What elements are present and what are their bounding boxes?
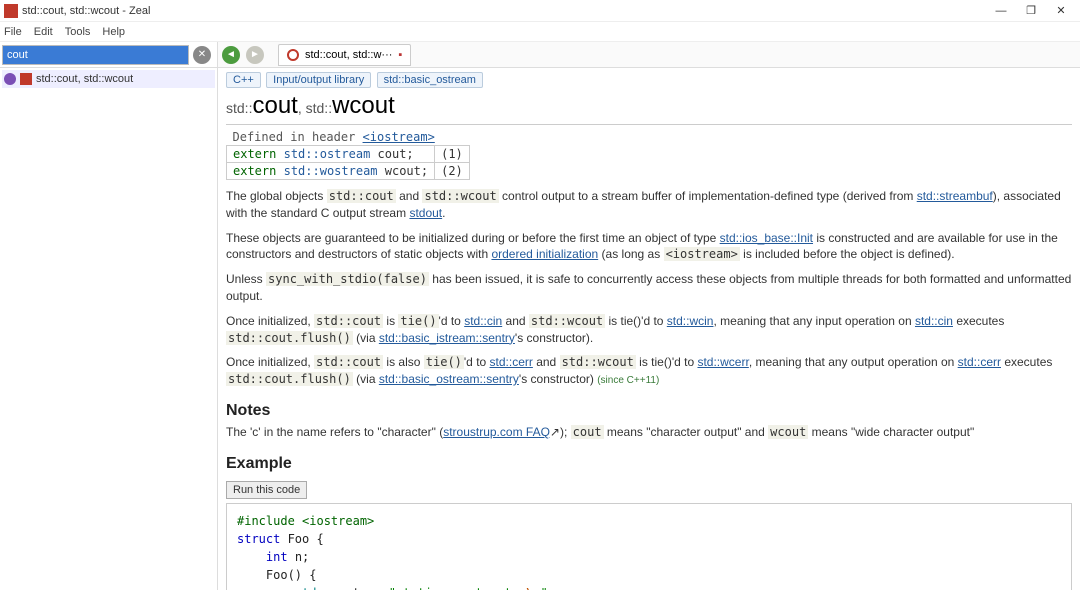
maximize-button[interactable]: ❐ [1016, 4, 1046, 17]
declaration-table: Defined in header <iostream> extern std:… [226, 129, 470, 180]
back-button[interactable]: ◄ [222, 46, 240, 64]
result-label: std::cout, std::wcout [36, 73, 133, 85]
close-button[interactable]: ✕ [1046, 4, 1076, 17]
clear-search-icon[interactable]: ✕ [193, 46, 211, 64]
run-code-button[interactable]: Run this code [226, 481, 307, 499]
crumb-ostream[interactable]: std::basic_ostream [377, 72, 483, 88]
sidebar: ✕ std::cout, std::wcout [0, 42, 218, 590]
breadcrumb: C++ Input/output library std::basic_ostr… [226, 72, 1072, 88]
para-1: The global objects std::cout and std::wc… [226, 188, 1072, 222]
menu-edit[interactable]: Edit [34, 26, 53, 38]
window-titlebar: std::cout, std::wcout - Zeal — ❐ ✕ [0, 0, 1080, 22]
para-3: Unless sync_with_stdio(false) has been i… [226, 271, 1072, 305]
notes-text: The 'c' in the name refers to "character… [226, 424, 1072, 441]
link-faq[interactable]: stroustrup.com FAQ [443, 425, 550, 439]
notes-heading: Notes [226, 402, 1072, 420]
menu-bar: File Edit Tools Help [0, 22, 1080, 42]
tab-source-icon [287, 49, 299, 61]
window-title: std::cout, std::wcout - Zeal [22, 5, 986, 17]
link-wcerr[interactable]: std::wcerr [697, 355, 748, 369]
result-source-icon [20, 73, 32, 85]
decl-row: extern std::ostream cout; (1) [227, 146, 470, 163]
crumb-cpp[interactable]: C++ [226, 72, 261, 88]
app-icon [4, 4, 18, 18]
link-stdout[interactable]: stdout [409, 206, 442, 220]
nav-toolbar: ◄ ► std::cout, std::w··· ▪ [218, 42, 1080, 68]
para-2: These objects are guaranteed to be initi… [226, 230, 1072, 264]
para-5: Once initialized, std::cout is also tie(… [226, 354, 1072, 388]
decl-row: extern std::wostream wcout; (2) [227, 163, 470, 180]
link-cin2[interactable]: std::cin [915, 314, 953, 328]
link-streambuf[interactable]: std::streambuf [917, 189, 993, 203]
link-cerr[interactable]: std::cerr [490, 355, 533, 369]
result-item[interactable]: std::cout, std::wcout [2, 70, 215, 88]
example-heading: Example [226, 455, 1072, 473]
code-block: #include <iostream> struct Foo { int n; … [226, 503, 1072, 590]
result-kind-icon [4, 73, 16, 85]
link-ordered-init[interactable]: ordered initialization [491, 247, 598, 261]
tab-close-icon[interactable]: ▪ [398, 49, 402, 61]
link-cerr2[interactable]: std::cerr [958, 355, 1001, 369]
menu-tools[interactable]: Tools [65, 26, 91, 38]
content-area: ◄ ► std::cout, std::w··· ▪ C++ Input/out… [218, 42, 1080, 590]
page-title: std::cout, std::wcout [226, 92, 1072, 125]
decl-header-link[interactable]: <iostream> [363, 130, 435, 144]
tab[interactable]: std::cout, std::w··· ▪ [278, 44, 411, 66]
para-4: Once initialized, std::cout is tie()'d t… [226, 313, 1072, 347]
link-wcin[interactable]: std::wcin [667, 314, 714, 328]
minimize-button[interactable]: — [986, 5, 1016, 17]
menu-file[interactable]: File [4, 26, 22, 38]
search-results: std::cout, std::wcout [0, 68, 217, 590]
decl-header-text: Defined in header [233, 130, 363, 144]
link-ostream-sentry[interactable]: std::basic_ostream::sentry [379, 372, 519, 386]
link-ios-init[interactable]: std::ios_base::Init [720, 231, 813, 245]
link-cin[interactable]: std::cin [464, 314, 502, 328]
tab-label: std::cout, std::w··· [305, 49, 392, 61]
document: C++ Input/output library std::basic_ostr… [218, 68, 1080, 590]
search-input[interactable] [2, 45, 189, 65]
menu-help[interactable]: Help [102, 26, 125, 38]
link-istream-sentry[interactable]: std::basic_istream::sentry [379, 331, 515, 345]
crumb-io[interactable]: Input/output library [266, 72, 371, 88]
search-row: ✕ [0, 42, 217, 68]
forward-button[interactable]: ► [246, 46, 264, 64]
